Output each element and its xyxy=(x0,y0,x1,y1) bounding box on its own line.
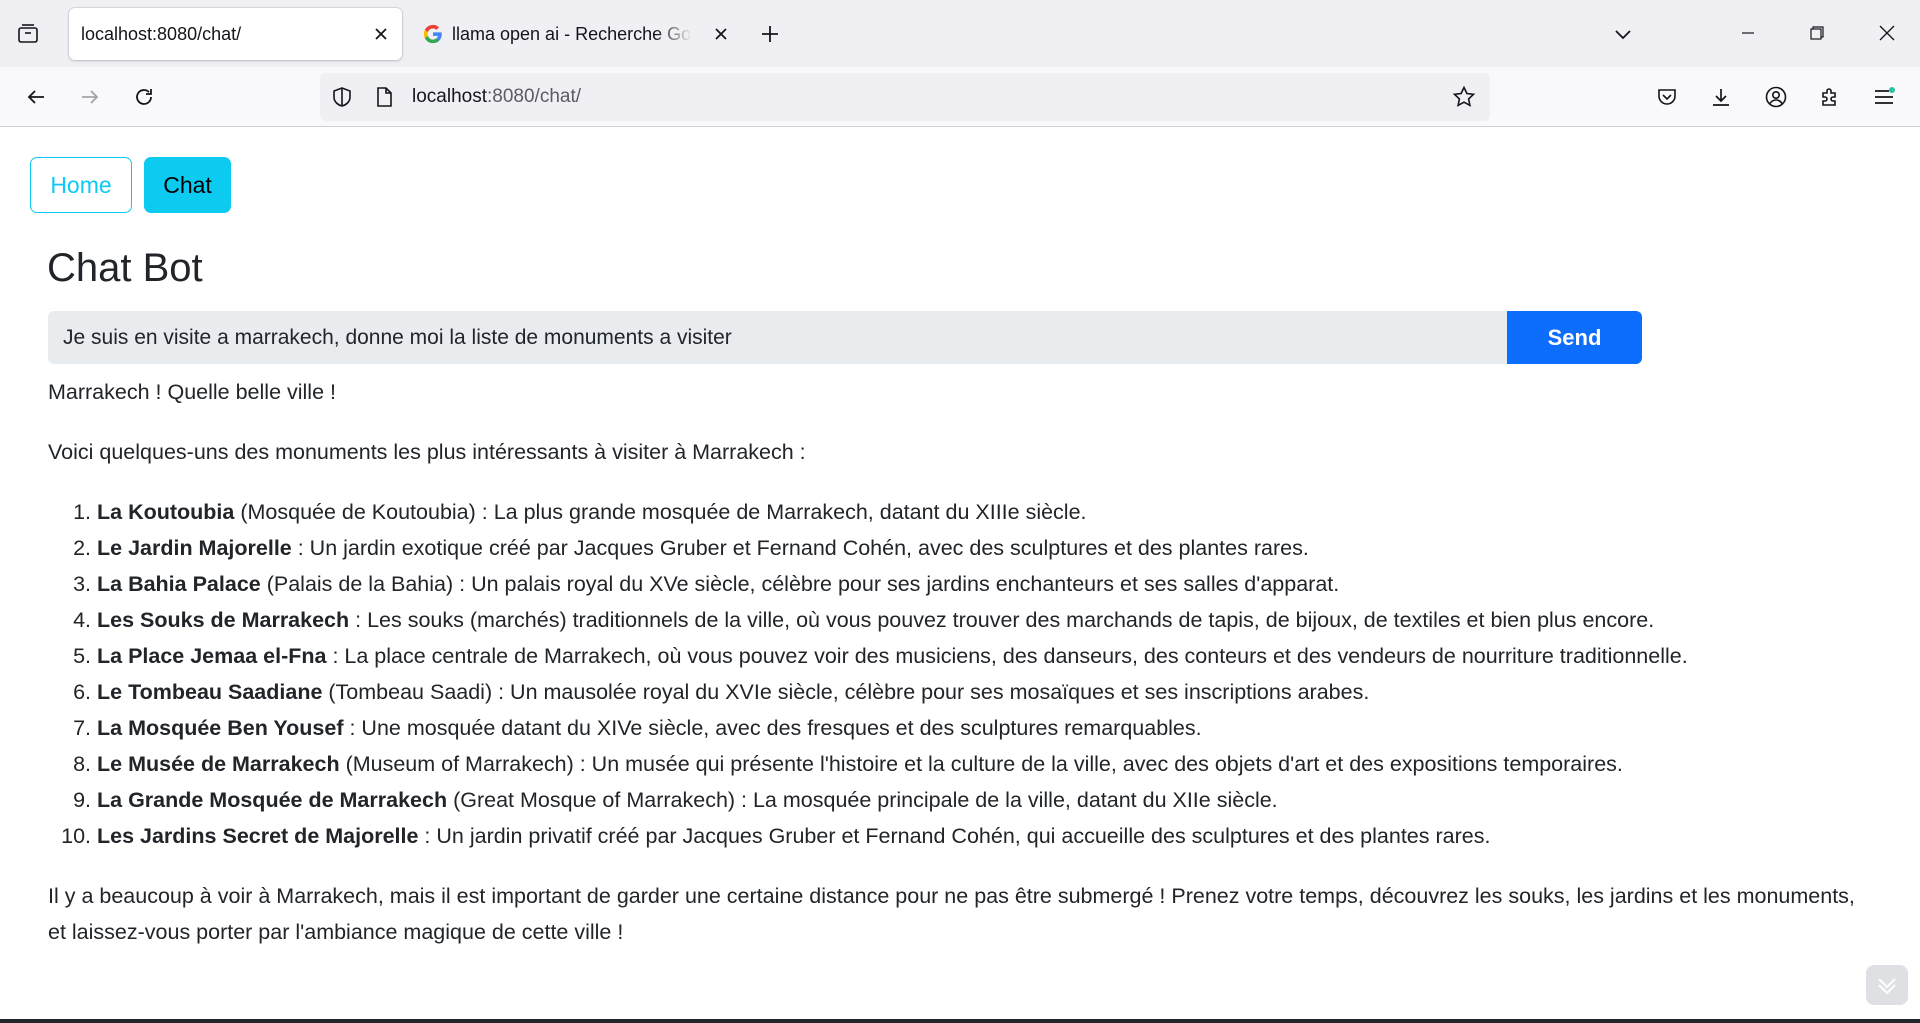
prompt-input[interactable] xyxy=(48,311,1507,364)
account-icon[interactable] xyxy=(1758,79,1794,115)
list-item: La Mosquée Ben Yousef : Une mosquée data… xyxy=(97,710,1878,746)
response-intro-2: Voici quelques-uns des monuments les plu… xyxy=(48,440,806,464)
monument-description: : Les souks (marchés) traditionnels de l… xyxy=(349,608,1655,632)
extensions-puzzle-icon[interactable] xyxy=(1812,79,1848,115)
page-info-icon[interactable] xyxy=(372,85,396,109)
tab-localhost-chat[interactable]: localhost:8080/chat/ xyxy=(69,8,402,60)
list-item: Le Musée de Marrakech (Museum of Marrake… xyxy=(97,746,1878,782)
taskbar-edge xyxy=(0,1019,1920,1023)
forward-arrow-icon[interactable] xyxy=(72,79,108,115)
page-title: Chat Bot xyxy=(47,246,203,290)
bot-response: Marrakech ! Quelle belle ville ! Voici q… xyxy=(48,374,1878,974)
close-icon[interactable] xyxy=(368,21,394,47)
browser-tab-bar: localhost:8080/chat/ llama open ai - Rec… xyxy=(0,0,1920,67)
back-arrow-icon[interactable] xyxy=(18,79,54,115)
monument-name: Le Jardin Majorelle xyxy=(97,536,292,560)
monument-description: (Tombeau Saadi) : Un mausolée royal du X… xyxy=(322,680,1370,704)
list-item: La Bahia Palace (Palais de la Bahia) : U… xyxy=(97,566,1878,602)
nav-chat-button[interactable]: Chat xyxy=(144,157,231,213)
scroll-down-badge-icon[interactable] xyxy=(1866,965,1908,1005)
plus-icon[interactable] xyxy=(755,20,785,48)
close-icon[interactable] xyxy=(708,21,734,47)
tab-overview-icon[interactable] xyxy=(13,20,43,48)
monument-name: La Grande Mosquée de Marrakech xyxy=(97,788,448,812)
list-item: Les Souks de Marrakech : Les souks (marc… xyxy=(97,602,1878,638)
bookmark-star-icon[interactable] xyxy=(1452,85,1476,109)
tab-title: llama open ai - Recherche Google xyxy=(452,23,692,44)
monument-description: (Museum of Marrakech) : Un musée qui pré… xyxy=(339,752,1623,776)
monument-name: Les Jardins Secret de Majorelle xyxy=(97,824,419,848)
monument-description: : Une mosquée datant du XIVe siècle, ave… xyxy=(343,716,1202,740)
monument-description: (Palais de la Bahia) : Un palais royal d… xyxy=(260,572,1340,596)
monument-name: La Mosquée Ben Yousef xyxy=(97,716,344,740)
monument-name: La Place Jemaa el-Fna xyxy=(97,644,327,668)
page-content: Home Chat Chat Bot Send Marrakech ! Quel… xyxy=(0,128,1920,1023)
restore-icon[interactable] xyxy=(1792,14,1842,52)
download-icon[interactable] xyxy=(1703,79,1739,115)
monument-description: : Un jardin exotique créé par Jacques Gr… xyxy=(291,536,1309,560)
list-item: La Koutoubia (Mosquée de Koutoubia) : La… xyxy=(97,494,1878,530)
url-text: localhost:8080/chat/ xyxy=(412,86,582,107)
tracking-protection-shield-icon[interactable] xyxy=(330,85,354,109)
monument-list: La Koutoubia (Mosquée de Koutoubia) : La… xyxy=(48,494,1878,854)
response-outro: Il y a beaucoup à voir à Marrakech, mais… xyxy=(48,884,1855,944)
minimize-icon[interactable] xyxy=(1723,14,1773,52)
list-item: La Grande Mosquée de Marrakech (Great Mo… xyxy=(97,782,1878,818)
monument-name: La Koutoubia xyxy=(97,500,235,524)
monument-name: Le Tombeau Saadiane xyxy=(97,680,323,704)
tab-title: localhost:8080/chat/ xyxy=(81,23,242,44)
reload-icon[interactable] xyxy=(126,79,162,115)
list-item: La Place Jemaa el-Fna : La place central… xyxy=(97,638,1878,674)
nav-home-button[interactable]: Home xyxy=(30,157,132,213)
list-item: Le Tombeau Saadiane (Tombeau Saadi) : Un… xyxy=(97,674,1878,710)
pocket-icon[interactable] xyxy=(1649,79,1685,115)
hamburger-menu-icon[interactable] xyxy=(1866,79,1902,115)
address-bar[interactable]: localhost:8080/chat/ xyxy=(320,73,1490,121)
tab-google-search[interactable]: llama open ai - Recherche Google xyxy=(418,8,728,60)
chevron-down-icon[interactable] xyxy=(1608,20,1638,48)
list-item: Les Jardins Secret de Majorelle : Un jar… xyxy=(97,818,1878,854)
monument-name: Les Souks de Marrakech xyxy=(97,608,350,632)
window-close-icon[interactable] xyxy=(1862,14,1912,52)
google-favicon-icon xyxy=(422,23,444,45)
response-intro: Marrakech ! Quelle belle ville ! xyxy=(48,380,336,404)
monument-description: (Great Mosque of Marrakech) : La mosquée… xyxy=(447,788,1278,812)
browser-navigation-bar: localhost:8080/chat/ xyxy=(0,67,1920,127)
monument-description: : Un jardin privatif créé par Jacques Gr… xyxy=(418,824,1491,848)
monument-name: La Bahia Palace xyxy=(97,572,261,596)
monument-description: : La place centrale de Marrakech, où vou… xyxy=(326,644,1688,668)
monument-description: (Mosquée de Koutoubia) : La plus grande … xyxy=(234,500,1087,524)
monument-name: Le Musée de Marrakech xyxy=(97,752,340,776)
list-item: Le Jardin Majorelle : Un jardin exotique… xyxy=(97,530,1878,566)
send-button[interactable]: Send xyxy=(1507,311,1642,364)
